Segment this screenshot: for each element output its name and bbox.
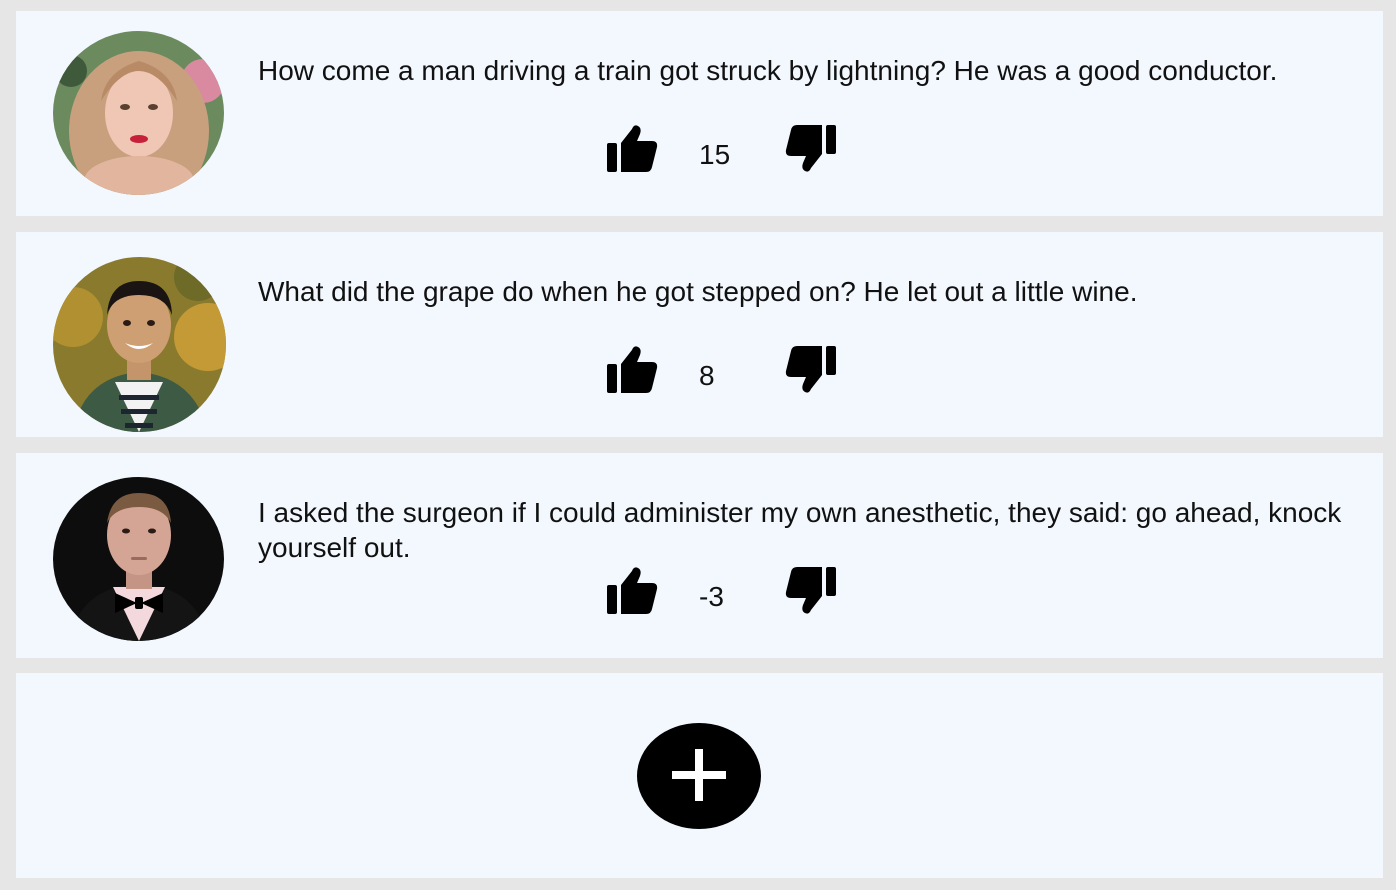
man-bowtie-portrait-avatar — [53, 477, 224, 641]
thumbs-down-icon — [785, 125, 836, 172]
upvote-button[interactable] — [606, 344, 658, 394]
thumbs-up-icon — [607, 346, 658, 393]
downvote-button[interactable] — [785, 345, 837, 395]
upvote-button[interactable] — [606, 565, 658, 615]
vote-score: 15 — [699, 139, 731, 170]
avatar-image — [53, 257, 226, 432]
add-joke-card — [16, 673, 1383, 878]
thumbs-down-icon — [785, 346, 836, 393]
thumbs-up-icon — [607, 567, 658, 614]
thumbs-down-icon — [785, 567, 836, 614]
upvote-button[interactable] — [606, 123, 658, 173]
add-joke-button[interactable] — [637, 723, 761, 829]
downvote-button[interactable] — [785, 124, 837, 174]
woman-portrait-avatar — [53, 31, 224, 195]
plus-icon-vertical — [695, 749, 703, 801]
joke-text: How come a man driving a train got struc… — [258, 55, 1278, 86]
joke-text: I asked the surgeon if I could administe… — [258, 497, 1342, 563]
vote-score: -3 — [699, 581, 724, 612]
joke-card: What did the grape do when he got steppe… — [16, 232, 1383, 437]
joke-text: What did the grape do when he got steppe… — [258, 276, 1138, 307]
thumbs-up-icon — [607, 125, 658, 172]
man-smiling-portrait-avatar — [53, 257, 226, 432]
downvote-button[interactable] — [785, 566, 837, 616]
avatar-image — [53, 31, 224, 195]
joke-card: How come a man driving a train got struc… — [16, 11, 1383, 216]
joke-card: I asked the surgeon if I could administe… — [16, 453, 1383, 658]
vote-score: 8 — [699, 360, 715, 391]
avatar-image — [53, 477, 224, 641]
